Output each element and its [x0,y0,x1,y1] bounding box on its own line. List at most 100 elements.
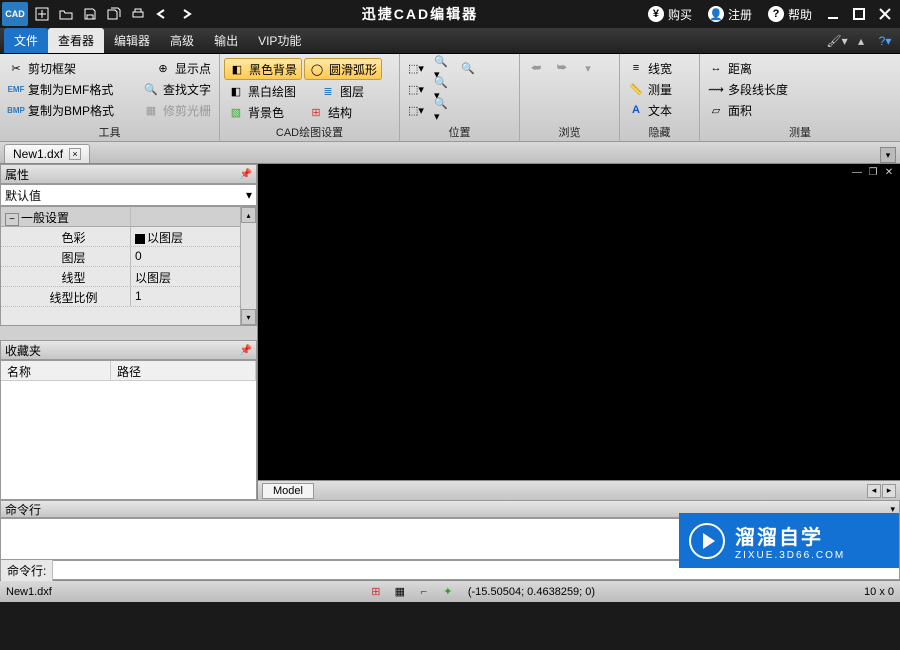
btn-copy-emf[interactable]: EMF复制为EMF格式 [4,79,117,99]
help-label: 帮助 [788,6,812,23]
tab-nav-prev-icon[interactable]: ◂ [867,484,881,498]
quick-redo-icon[interactable] [174,2,198,26]
doc-tabs-dropdown-icon[interactable]: ▾ [880,147,896,163]
drawing-canvas[interactable]: — ❐ ✕ [258,164,900,480]
quick-saveall-icon[interactable] [102,2,126,26]
btn-pos-1[interactable]: ⬚▾ [404,58,428,78]
menu-help-icon[interactable]: ?▾ [874,30,896,52]
ribbon: ✂剪切框架 ⊕显示点 EMF复制为EMF格式 🔍查找文字 BMP复制为BMP格式… [0,54,900,142]
fav-col-name[interactable]: 名称 [1,361,111,380]
play-icon [689,523,725,559]
properties-default-label: 默认值 [5,187,41,204]
close-icon[interactable] [874,3,896,25]
prop-row-color[interactable]: 色彩以图层 [1,227,256,247]
quick-save-icon[interactable] [78,2,102,26]
btn-pos-2[interactable]: 🔍▾ [430,58,454,78]
watermark-banner: 溜溜自学 ZIXUE.3D66.COM [679,513,899,568]
menu-viewer[interactable]: 查看器 [48,28,104,53]
model-tabs: Model ◂ ▸ [258,480,900,500]
statusbar: New1.dxf ⊞ ▦ ⌐ ✦ (-15.50504; 0.4638259; … [0,580,900,602]
quick-undo-icon[interactable] [150,2,174,26]
help-button[interactable]: ?帮助 [762,4,818,25]
quick-print-icon[interactable] [126,2,150,26]
btn-find-text[interactable]: 🔍查找文字 [139,79,215,99]
btn-trim-raster: ▦修剪光栅 [139,100,215,120]
properties-default-dropdown[interactable]: 默认值 ▾ [0,184,257,206]
quick-new-icon[interactable] [30,2,54,26]
btn-lineweight[interactable]: ≡线宽 [624,58,695,78]
app-logo: CAD [2,2,28,26]
btn-bg-color[interactable]: ▧背景色 [224,102,288,122]
canvas-close-icon[interactable]: ✕ [882,166,896,178]
btn-layers[interactable]: ≣图层 [316,81,368,101]
btn-pos-4[interactable]: ⬚▾ [404,79,428,99]
ribbon-collapse-icon[interactable]: ▴ [850,30,872,52]
menubar: 文件 查看器 编辑器 高级 输出 VIP功能 🖌▾ ▴ ?▾ [0,28,900,54]
btn-black-bg[interactable]: ◧黑色背景 [224,58,302,80]
watermark-title: 溜溜自学 [735,521,845,550]
btn-nav-back: ⮨ [524,58,548,78]
btn-area[interactable]: ▱面积 [704,100,896,120]
menu-vip[interactable]: VIP功能 [248,28,311,53]
left-panel: 属性 📌 默认值 ▾ −一般设置 色彩以图层 图层0 线型以图层 线型比例1 ▴… [0,164,258,500]
prop-row-linetype[interactable]: 线型以图层 [1,267,256,287]
favorites-columns: 名称 路径 [1,361,256,381]
properties-title: 属性 [5,166,29,183]
status-polar-icon[interactable]: ✦ [440,584,456,600]
properties-pin-icon[interactable]: 📌 [240,169,252,180]
menu-file[interactable]: 文件 [4,28,48,53]
model-tab[interactable]: Model [262,483,314,499]
menu-editor[interactable]: 编辑器 [104,28,160,53]
fav-col-path[interactable]: 路径 [111,361,256,380]
chevron-down-icon: ▾ [246,188,252,202]
canvas-restore-icon[interactable]: ❐ [866,166,880,178]
group-hide-label: 隐藏 [624,123,695,141]
style-dropdown-icon[interactable]: 🖌▾ [826,30,848,52]
quick-open-icon[interactable] [54,2,78,26]
buy-button[interactable]: ¥购买 [642,4,698,25]
btn-structure[interactable]: ⊞结构 [304,102,356,122]
doc-tab-active[interactable]: New1.dxf × [4,144,90,163]
properties-header[interactable]: 属性 📌 [0,164,257,184]
btn-show-point[interactable]: ⊕显示点 [151,58,215,78]
btn-smooth-arc[interactable]: ◯圆滑弧形 [304,58,382,80]
menu-advanced[interactable]: 高级 [160,28,204,53]
doc-tab-label: New1.dxf [13,147,63,161]
minimize-icon[interactable] [822,3,844,25]
favorites-pin-icon[interactable]: 📌 [240,345,252,356]
properties-scrollbar[interactable]: ▴▾ [240,207,256,325]
prop-row-layer[interactable]: 图层0 [1,247,256,267]
btn-copy-bmp[interactable]: BMP复制为BMP格式 [4,100,118,120]
favorites-title: 收藏夹 [5,342,41,359]
favorites-header[interactable]: 收藏夹 📌 [0,340,257,360]
btn-bw-draw[interactable]: ◧黑白绘图 [224,81,300,101]
btn-pos-3[interactable]: 🔍 [456,58,480,78]
btn-polyline-length[interactable]: ⟿多段线长度 [704,79,896,99]
status-ortho-icon[interactable]: ⌐ [416,584,432,600]
status-coordinates: (-15.50504; 0.4638259; 0) [468,586,595,598]
btn-text[interactable]: A文本 [624,100,695,120]
btn-distance[interactable]: ↔距离 [704,58,896,78]
btn-clip-frame[interactable]: ✂剪切框架 [4,58,80,78]
buy-label: 购买 [668,6,692,23]
properties-list: −一般设置 色彩以图层 图层0 线型以图层 线型比例1 ▴▾ [0,206,257,326]
prop-section-general[interactable]: −一般设置 [1,207,256,227]
btn-measure[interactable]: 📏测量 [624,79,695,99]
btn-pos-5[interactable]: 🔍▾ [430,79,454,99]
tab-nav-next-icon[interactable]: ▸ [882,484,896,498]
commandline-prompt: 命令行: [1,560,53,581]
btn-pos-7[interactable]: 🔍▾ [430,100,454,120]
btn-nav-3: ▾ [576,58,600,78]
status-snap-icon[interactable]: ⊞ [368,584,384,600]
status-filename: New1.dxf [6,586,52,598]
status-grid-icon[interactable]: ▦ [392,584,408,600]
maximize-icon[interactable] [848,3,870,25]
btn-pos-6[interactable]: ⬚▾ [404,100,428,120]
menu-output[interactable]: 输出 [204,28,248,53]
prop-row-ltscale[interactable]: 线型比例1 [1,287,256,307]
register-label: 注册 [728,6,752,23]
register-button[interactable]: 👤注册 [702,4,758,25]
canvas-minimize-icon[interactable]: — [850,166,864,178]
commandline-history[interactable]: 溜溜自学 ZIXUE.3D66.COM [0,518,900,560]
doc-tab-close-icon[interactable]: × [69,148,81,160]
